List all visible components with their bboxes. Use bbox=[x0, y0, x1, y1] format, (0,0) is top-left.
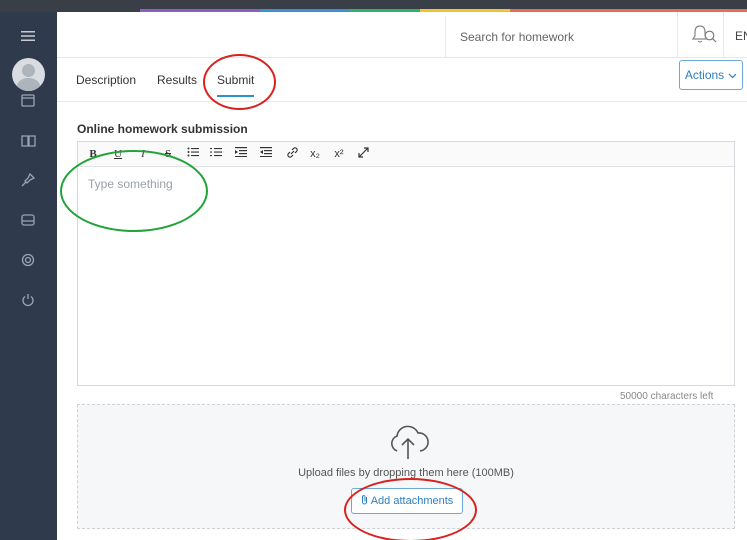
bold-button[interactable]: B bbox=[86, 147, 100, 161]
editor-textarea[interactable] bbox=[78, 168, 734, 385]
menu-icon[interactable] bbox=[18, 26, 38, 46]
lifebuoy-icon[interactable] bbox=[18, 250, 38, 270]
italic-button[interactable]: I bbox=[136, 147, 150, 161]
sidebar bbox=[0, 12, 57, 540]
characters-left: 50000 characters left bbox=[620, 391, 714, 402]
avatar[interactable] bbox=[12, 58, 45, 91]
underline-button[interactable]: U bbox=[111, 147, 125, 161]
top-header: EN ▾ bbox=[57, 12, 747, 58]
numbered-list-icon[interactable] bbox=[209, 147, 223, 161]
tab-results[interactable]: Results bbox=[157, 73, 197, 87]
notifications[interactable] bbox=[677, 12, 724, 58]
tab-description[interactable]: Description bbox=[76, 73, 136, 87]
file-dropzone[interactable]: Upload files by dropping them here (100M… bbox=[77, 404, 735, 529]
actions-label: Actions bbox=[684, 68, 725, 82]
chevron-down-icon bbox=[728, 68, 737, 82]
link-icon[interactable] bbox=[285, 147, 299, 162]
calendar-icon[interactable] bbox=[18, 90, 38, 110]
editor-toolbar: B U I S x₂ x² bbox=[78, 142, 734, 167]
search-input[interactable] bbox=[460, 28, 680, 46]
actions-button[interactable]: Actions bbox=[679, 60, 743, 90]
cloud-upload-icon bbox=[385, 421, 431, 466]
tabs-bar: Description Results Submit Actions bbox=[57, 58, 747, 102]
add-attachments-button[interactable]: Add attachments bbox=[351, 488, 463, 514]
power-icon[interactable] bbox=[18, 290, 38, 310]
add-attachments-label: Add attachments bbox=[370, 495, 454, 507]
app-window: EN ▾ Description Results Submit Actions … bbox=[0, 0, 747, 540]
inbox-icon[interactable] bbox=[18, 210, 38, 230]
tab-submit[interactable]: Submit bbox=[217, 73, 255, 97]
book-icon[interactable] bbox=[18, 130, 38, 150]
outdent-icon[interactable] bbox=[234, 147, 248, 161]
rich-text-editor: B U I S x₂ x² bbox=[77, 141, 735, 386]
pin-icon[interactable] bbox=[18, 170, 38, 190]
strikethrough-button[interactable]: S bbox=[161, 147, 175, 161]
drop-hint: Upload files by dropping them here (100M… bbox=[298, 467, 514, 479]
indent-icon[interactable] bbox=[259, 147, 273, 161]
bell-icon[interactable] bbox=[691, 24, 709, 49]
top-color-stripe bbox=[0, 0, 747, 12]
superscript-button[interactable]: x² bbox=[332, 147, 346, 161]
bullet-list-icon[interactable] bbox=[186, 147, 200, 161]
paperclip-icon bbox=[361, 494, 368, 508]
subscript-button[interactable]: x₂ bbox=[308, 147, 322, 161]
fullscreen-icon[interactable] bbox=[356, 147, 370, 162]
language-selector[interactable]: EN ▾ bbox=[735, 29, 747, 43]
section-title: Online homework submission bbox=[77, 122, 248, 136]
